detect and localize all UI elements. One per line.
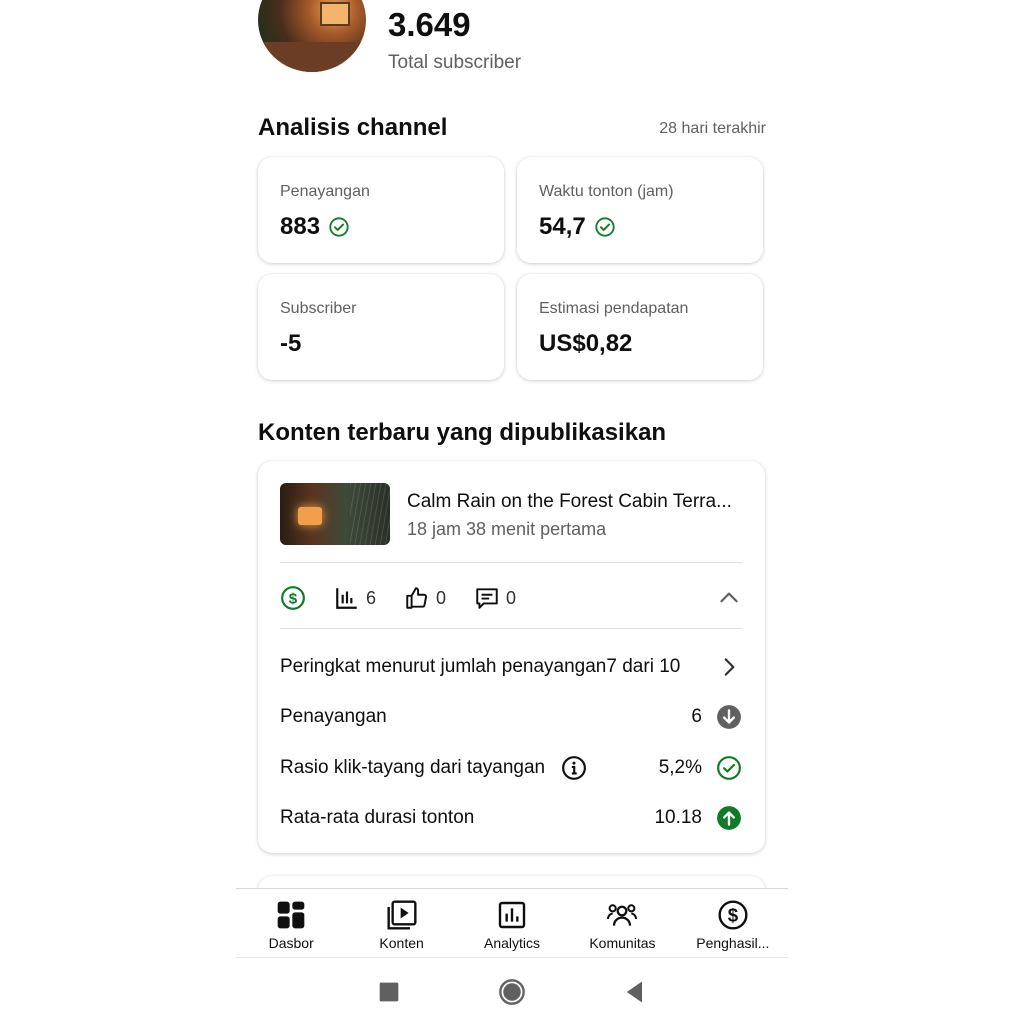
- subscriber-count: 3.649: [388, 6, 471, 43]
- check-circle-icon: [595, 217, 615, 237]
- stat-label: Waktu tonton (jam): [539, 183, 674, 200]
- svg-text:$: $: [289, 590, 298, 607]
- comments-count: 0: [506, 587, 517, 608]
- views-count: 6: [366, 587, 377, 608]
- system-nav-bar: [236, 960, 788, 1024]
- analytics-icon: [498, 901, 526, 929]
- chevron-up-icon[interactable]: [716, 585, 742, 611]
- video-title[interactable]: Calm Rain on the Forest Cabin Terra...: [407, 491, 732, 513]
- nav-label: Komunitas: [589, 935, 656, 951]
- channel-avatar[interactable]: [258, 0, 366, 72]
- divider: [280, 628, 742, 629]
- stat-card-views[interactable]: Penayangan 883: [258, 157, 504, 263]
- nav-label: Konten: [379, 935, 424, 951]
- comment-icon: [476, 588, 498, 609]
- chevron-right-icon: [724, 658, 735, 676]
- bottom-nav: Dasbor Konten Analytics Komunitas $ Peng…: [236, 888, 788, 958]
- dashboard-icon: [277, 901, 305, 929]
- row-label: Peringkat menurut jumlah penayangan: [280, 656, 607, 677]
- comments-metric: 0: [474, 585, 516, 611]
- stat-card-revenue[interactable]: Estimasi pendapatan US$0,82: [517, 274, 763, 380]
- earn-icon: $: [718, 900, 748, 930]
- back-icon[interactable]: [621, 978, 649, 1006]
- video-subtitle: 18 jam 38 menit pertama: [407, 519, 607, 539]
- divider: [280, 562, 742, 563]
- arrow-up-circle-icon: [717, 806, 741, 830]
- svg-text:$: $: [728, 905, 739, 926]
- nav-content[interactable]: Konten: [346, 889, 456, 957]
- views-metric: 6: [334, 585, 376, 611]
- ctr-row: Rasio klik-tayang dari tayangan 5,2%: [280, 753, 742, 783]
- row-value: 7 dari 10: [606, 656, 681, 677]
- likes-count: 0: [436, 587, 447, 608]
- row-value: 6: [691, 706, 702, 727]
- date-range: 28 hari terakhir: [659, 120, 766, 137]
- content-icon: [387, 900, 417, 930]
- analytics-title: Analisis channel: [258, 114, 448, 141]
- row-label: Rasio klik-tayang dari tayangan: [280, 757, 546, 778]
- check-circle-icon: [329, 217, 349, 237]
- rank-row[interactable]: Peringkat menurut jumlah penayangan 7 dar…: [280, 652, 742, 682]
- nav-label: Dasbor: [268, 935, 314, 951]
- stat-label: Subscriber: [280, 300, 357, 317]
- nav-dashboard[interactable]: Dasbor: [236, 889, 346, 957]
- nav-analytics[interactable]: Analytics: [457, 889, 567, 957]
- info-icon[interactable]: [561, 755, 587, 781]
- likes-metric: 0: [404, 585, 446, 611]
- stat-value: 883: [280, 213, 321, 240]
- latest-content-card: Calm Rain on the Forest Cabin Terra... 1…: [258, 461, 765, 853]
- video-metrics-row: $ 6 0 0: [280, 583, 742, 613]
- stat-label: Estimasi pendapatan: [539, 300, 689, 317]
- monetization-metric: $: [280, 585, 306, 611]
- nav-label: Analytics: [484, 935, 541, 951]
- check-circle-icon: [717, 756, 741, 780]
- stat-card-watch-time[interactable]: Waktu tonton (jam) 54,7: [517, 157, 763, 263]
- row-label: Rata-rata durasi tonton: [280, 807, 475, 828]
- recents-icon[interactable]: [375, 978, 403, 1006]
- stat-label: Penayangan: [280, 183, 370, 200]
- row-label: Penayangan: [280, 706, 387, 727]
- nav-earn[interactable]: $ Penghasil...: [678, 889, 788, 957]
- subscriber-label: Total subscriber: [388, 52, 522, 73]
- video-thumbnail[interactable]: [280, 483, 390, 545]
- stat-value: US$0,82: [539, 330, 633, 357]
- avg-duration-row: Rata-rata durasi tonton 10.18: [280, 803, 742, 833]
- nav-community[interactable]: Komunitas: [567, 889, 677, 957]
- row-value: 5,2%: [658, 757, 702, 778]
- row-value: 10.18: [654, 807, 702, 828]
- stat-value: 54,7: [539, 213, 586, 240]
- bar-chart-icon: [336, 588, 357, 609]
- community-icon: [607, 904, 638, 926]
- views-row: Penayangan 6: [280, 702, 742, 732]
- stat-value: -5: [280, 330, 302, 357]
- arrow-down-circle-icon: [717, 705, 741, 729]
- dollar-circle-icon: $: [281, 586, 305, 610]
- stat-card-subscribers[interactable]: Subscriber -5: [258, 274, 504, 380]
- thumbs-up-icon: [406, 587, 428, 609]
- latest-content-title: Konten terbaru yang dipublikasikan: [258, 419, 667, 446]
- nav-label: Penghasil...: [696, 935, 770, 951]
- home-icon[interactable]: [498, 978, 526, 1006]
